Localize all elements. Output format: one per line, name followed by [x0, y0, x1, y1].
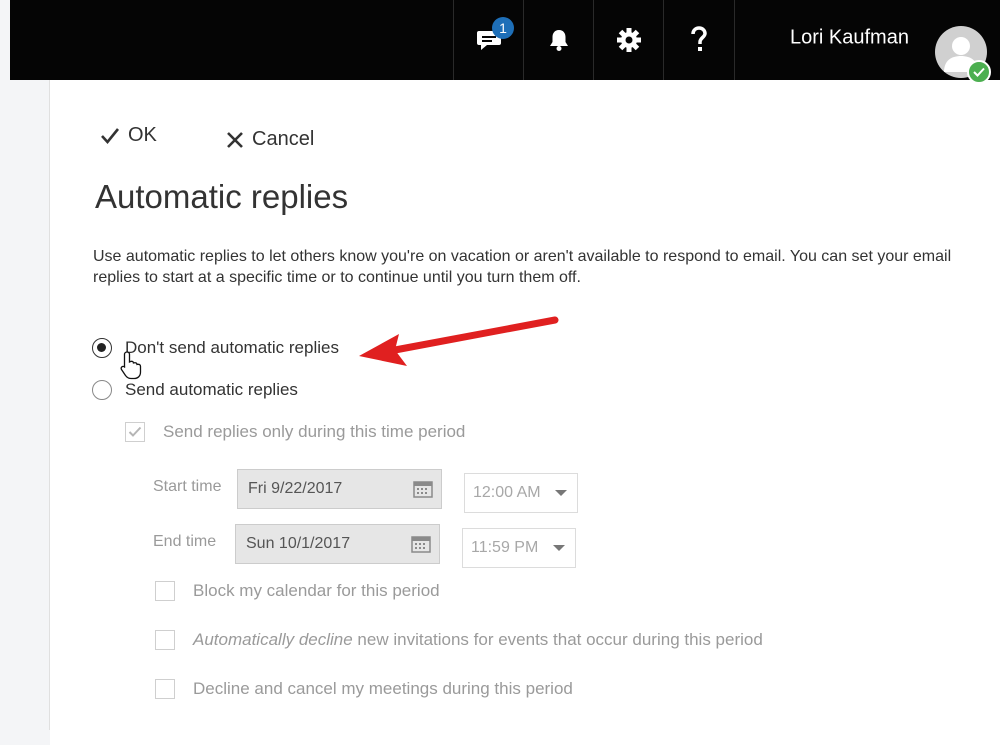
cancel-meetings-option[interactable]: Decline and cancel my meetings during th… — [155, 679, 573, 699]
page-title: Automatic replies — [95, 178, 349, 215]
divider — [49, 80, 50, 730]
notifications-button[interactable] — [523, 0, 594, 80]
decline-invitations-italic: Automatically decline — [193, 630, 353, 649]
cancel-label: Cancel — [252, 128, 315, 150]
end-date-value: Sun 10/1/2017 — [246, 535, 351, 552]
send-option[interactable]: Send automatic replies — [92, 380, 298, 400]
hand-cursor-icon — [120, 351, 142, 380]
notification-count-badge: 1 — [492, 17, 514, 39]
gear-icon — [617, 28, 641, 52]
block-calendar-option[interactable]: Block my calendar for this period — [155, 581, 440, 601]
decline-invitations-rest: new invitations for events that occur du… — [352, 630, 763, 649]
time-period-option[interactable]: Send replies only during this time perio… — [125, 422, 465, 442]
start-time-label: Start time — [153, 478, 222, 495]
left-sidebar-strip — [0, 0, 50, 745]
user-name[interactable]: Lori Kaufman — [790, 27, 909, 50]
block-calendar-label: Block my calendar for this period — [193, 581, 440, 600]
cancel-button[interactable]: Cancel — [226, 128, 314, 151]
start-time-value: 12:00 AM — [473, 484, 541, 501]
help-icon — [691, 26, 707, 51]
dont-send-label: Don't send automatic replies — [125, 338, 339, 357]
start-date-picker[interactable]: Fri 9/22/2017 — [237, 469, 442, 509]
annotation-arrow-icon — [359, 316, 559, 366]
chevron-down-icon — [553, 545, 565, 551]
cancel-meetings-label: Decline and cancel my meetings during th… — [193, 679, 573, 698]
calendar-icon[interactable] — [411, 535, 431, 553]
time-period-label: Send replies only during this time perio… — [163, 422, 466, 441]
send-label: Send automatic replies — [125, 380, 298, 399]
block-calendar-checkbox[interactable] — [155, 581, 175, 601]
calendar-icon[interactable] — [413, 480, 433, 498]
ok-button[interactable]: OK — [100, 124, 157, 147]
presence-available-icon — [967, 60, 991, 84]
decline-invitations-checkbox[interactable] — [155, 630, 175, 650]
checkmark-icon — [100, 127, 120, 145]
page-description: Use automatic replies to let others know… — [93, 248, 952, 286]
end-time-value: 11:59 PM — [471, 539, 539, 556]
decline-invitations-option[interactable]: Automatically decline new invitations fo… — [155, 630, 763, 650]
dont-send-radio[interactable] — [92, 338, 112, 358]
end-time-label: End time — [153, 533, 217, 550]
help-button[interactable] — [663, 0, 735, 80]
settings-button[interactable] — [593, 0, 664, 80]
end-date-picker[interactable]: Sun 10/1/2017 — [235, 524, 440, 564]
cancel-meetings-checkbox[interactable] — [155, 679, 175, 699]
send-radio[interactable] — [92, 380, 112, 400]
time-period-checkbox[interactable] — [125, 422, 145, 442]
decline-invitations-label: Automatically decline new invitations fo… — [193, 630, 763, 650]
ok-label: OK — [128, 124, 157, 146]
chat-button[interactable]: 1 — [453, 0, 524, 80]
start-date-value: Fri 9/22/2017 — [248, 480, 343, 497]
bell-icon — [550, 30, 568, 51]
chevron-down-icon — [555, 490, 567, 496]
start-time-dropdown[interactable]: 12:00 AM — [464, 473, 578, 513]
close-icon — [226, 131, 244, 149]
end-time-dropdown[interactable]: 11:59 PM — [462, 528, 576, 568]
